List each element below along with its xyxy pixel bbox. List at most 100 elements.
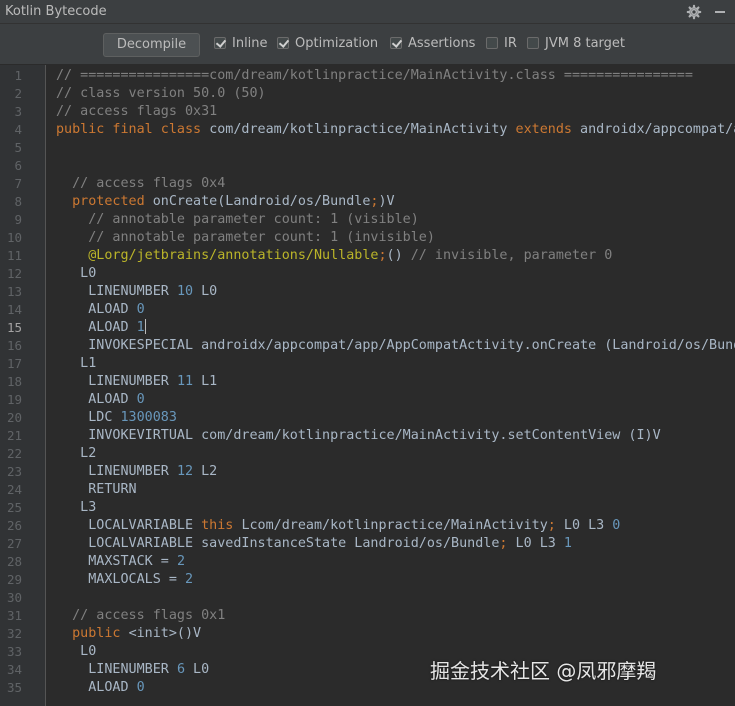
- code-token: )V: [378, 194, 395, 209]
- code-token: 0: [136, 392, 145, 407]
- line-number: 28: [6, 554, 22, 569]
- code-token: L0 L3: [555, 518, 613, 533]
- code-token: com/dream/kotlinpractice/MainActivity: [209, 122, 516, 137]
- optimization-checkbox[interactable]: Optimization: [277, 36, 378, 52]
- code-token: 0: [136, 680, 145, 695]
- code-token: androidx/appcompat/app/AppCompatActivity: [580, 122, 735, 137]
- code-token: LINENUMBER: [56, 464, 177, 479]
- line-number: 13: [6, 284, 22, 299]
- code-line[interactable]: // access flags 0x31: [56, 103, 217, 121]
- gear-icon[interactable]: [686, 4, 702, 20]
- code-token: ALOAD: [56, 320, 137, 335]
- code-token: ALOAD: [56, 302, 137, 317]
- code-line[interactable]: // class version 50.0 (50): [56, 85, 266, 103]
- code-line[interactable]: public <init>()V: [56, 625, 201, 643]
- line-number: 9: [14, 212, 22, 227]
- code-token: 1300083: [120, 410, 177, 425]
- code-token: protected: [72, 194, 153, 209]
- code-line[interactable]: // annotable parameter count: 1 (invisib…: [56, 229, 435, 247]
- ir-check-icon[interactable]: [486, 37, 498, 49]
- line-number: 4: [14, 122, 22, 137]
- line-number: 22: [6, 446, 22, 461]
- text-caret: [144, 319, 146, 334]
- code-line[interactable]: MAXLOCALS = 2: [56, 571, 193, 589]
- line-number: 2: [14, 86, 22, 101]
- code-token: MAXLOCALS =: [56, 572, 185, 587]
- line-number: 19: [6, 392, 22, 407]
- code-line[interactable]: LINENUMBER 12 L2: [56, 463, 217, 481]
- line-number: 26: [6, 518, 22, 533]
- jvm8-check-icon[interactable]: [527, 37, 539, 49]
- code-token: 10: [176, 284, 194, 299]
- line-number: 34: [6, 662, 22, 677]
- line-number: 7: [14, 176, 22, 191]
- line-number: 12: [6, 266, 22, 281]
- code-token: // annotable parameter count: 1 (visible…: [88, 212, 419, 227]
- code-token: 1: [563, 536, 572, 551]
- code-line[interactable]: LINENUMBER 6 L0: [56, 661, 209, 679]
- code-line[interactable]: L3: [56, 499, 96, 517]
- code-token: RETURN: [56, 482, 137, 497]
- line-number: 21: [6, 428, 22, 443]
- decompile-button[interactable]: Decompile: [103, 33, 200, 57]
- code-token: LOCALVARIABLE savedInstanceState Landroi…: [56, 536, 500, 551]
- code-line[interactable]: @Lorg/jetbrains/annotations/Nullable;() …: [56, 247, 612, 265]
- code-line[interactable]: INVOKESPECIAL androidx/appcompat/app/App…: [56, 337, 735, 355]
- line-number: 30: [6, 590, 22, 605]
- code-line[interactable]: RETURN: [56, 481, 137, 499]
- code-line[interactable]: // access flags 0x1: [56, 607, 225, 625]
- code-token: INVOKEVIRTUAL com/dream/kotlinpractice/M…: [56, 428, 661, 443]
- line-number: 20: [6, 410, 22, 425]
- line-number: 25: [6, 500, 22, 515]
- jvm8-target-checkbox[interactable]: JVM 8 target: [527, 36, 625, 52]
- code-token: LDC: [56, 410, 121, 425]
- ir-checkbox[interactable]: IR: [486, 36, 517, 52]
- code-line[interactable]: ALOAD 0: [56, 679, 145, 697]
- code-line[interactable]: LOCALVARIABLE this Lcom/dream/kotlinprac…: [56, 517, 620, 535]
- code-line[interactable]: L2: [56, 445, 96, 463]
- code-line[interactable]: protected onCreate(Landroid/os/Bundle;)V: [56, 193, 395, 211]
- bytecode-editor[interactable]: // ================com/dream/kotlinpract…: [47, 65, 735, 706]
- code-line[interactable]: public final class com/dream/kotlinpract…: [56, 121, 735, 139]
- code-line[interactable]: // ================com/dream/kotlinpract…: [56, 67, 693, 85]
- code-line[interactable]: LINENUMBER 10 L0: [56, 283, 217, 301]
- code-token: // access flags 0x1: [72, 608, 226, 623]
- code-line[interactable]: L0: [56, 265, 96, 283]
- code-line[interactable]: ALOAD 0: [56, 301, 144, 319]
- inline-checkbox[interactable]: Inline: [214, 36, 268, 52]
- code-line[interactable]: // access flags 0x4: [56, 175, 225, 193]
- line-number: 32: [6, 626, 22, 641]
- assertions-check-icon[interactable]: [390, 37, 402, 49]
- code-token: L1: [193, 374, 218, 389]
- code-line[interactable]: L0: [56, 643, 96, 661]
- code-token: ALOAD: [56, 680, 137, 695]
- assertions-checkbox[interactable]: Assertions: [390, 36, 475, 52]
- code-line[interactable]: LINENUMBER 11 L1: [56, 373, 217, 391]
- minimize-icon[interactable]: [712, 4, 728, 20]
- code-line[interactable]: LDC 1300083: [56, 409, 177, 427]
- code-token: L2: [193, 464, 218, 479]
- code-token: // access flags 0x4: [72, 176, 226, 191]
- ir-label: IR: [504, 36, 517, 51]
- code-line[interactable]: ALOAD 1: [56, 319, 146, 337]
- line-number: 33: [6, 644, 22, 659]
- code-token: L2: [56, 446, 97, 461]
- inline-check-icon[interactable]: [214, 37, 226, 49]
- optimization-check-icon[interactable]: [277, 37, 289, 49]
- code-token: this: [201, 518, 242, 533]
- code-token: L3: [56, 500, 97, 515]
- code-line[interactable]: L1: [56, 355, 96, 373]
- code-line[interactable]: MAXSTACK = 2: [56, 553, 185, 571]
- line-number: 8: [14, 194, 22, 209]
- watermark: 掘金技术社区 @凤邪摩羯: [430, 659, 657, 683]
- code-line[interactable]: LOCALVARIABLE savedInstanceState Landroi…: [56, 535, 572, 553]
- code-token: L0: [185, 662, 210, 677]
- code-line[interactable]: // annotable parameter count: 1 (visible…: [56, 211, 419, 229]
- code-line[interactable]: INVOKEVIRTUAL com/dream/kotlinpractice/M…: [56, 427, 661, 445]
- code-token: (): [386, 248, 411, 263]
- code-token: // ================com/dream/kotlinpract…: [56, 68, 693, 83]
- code-line[interactable]: ALOAD 0: [56, 391, 145, 409]
